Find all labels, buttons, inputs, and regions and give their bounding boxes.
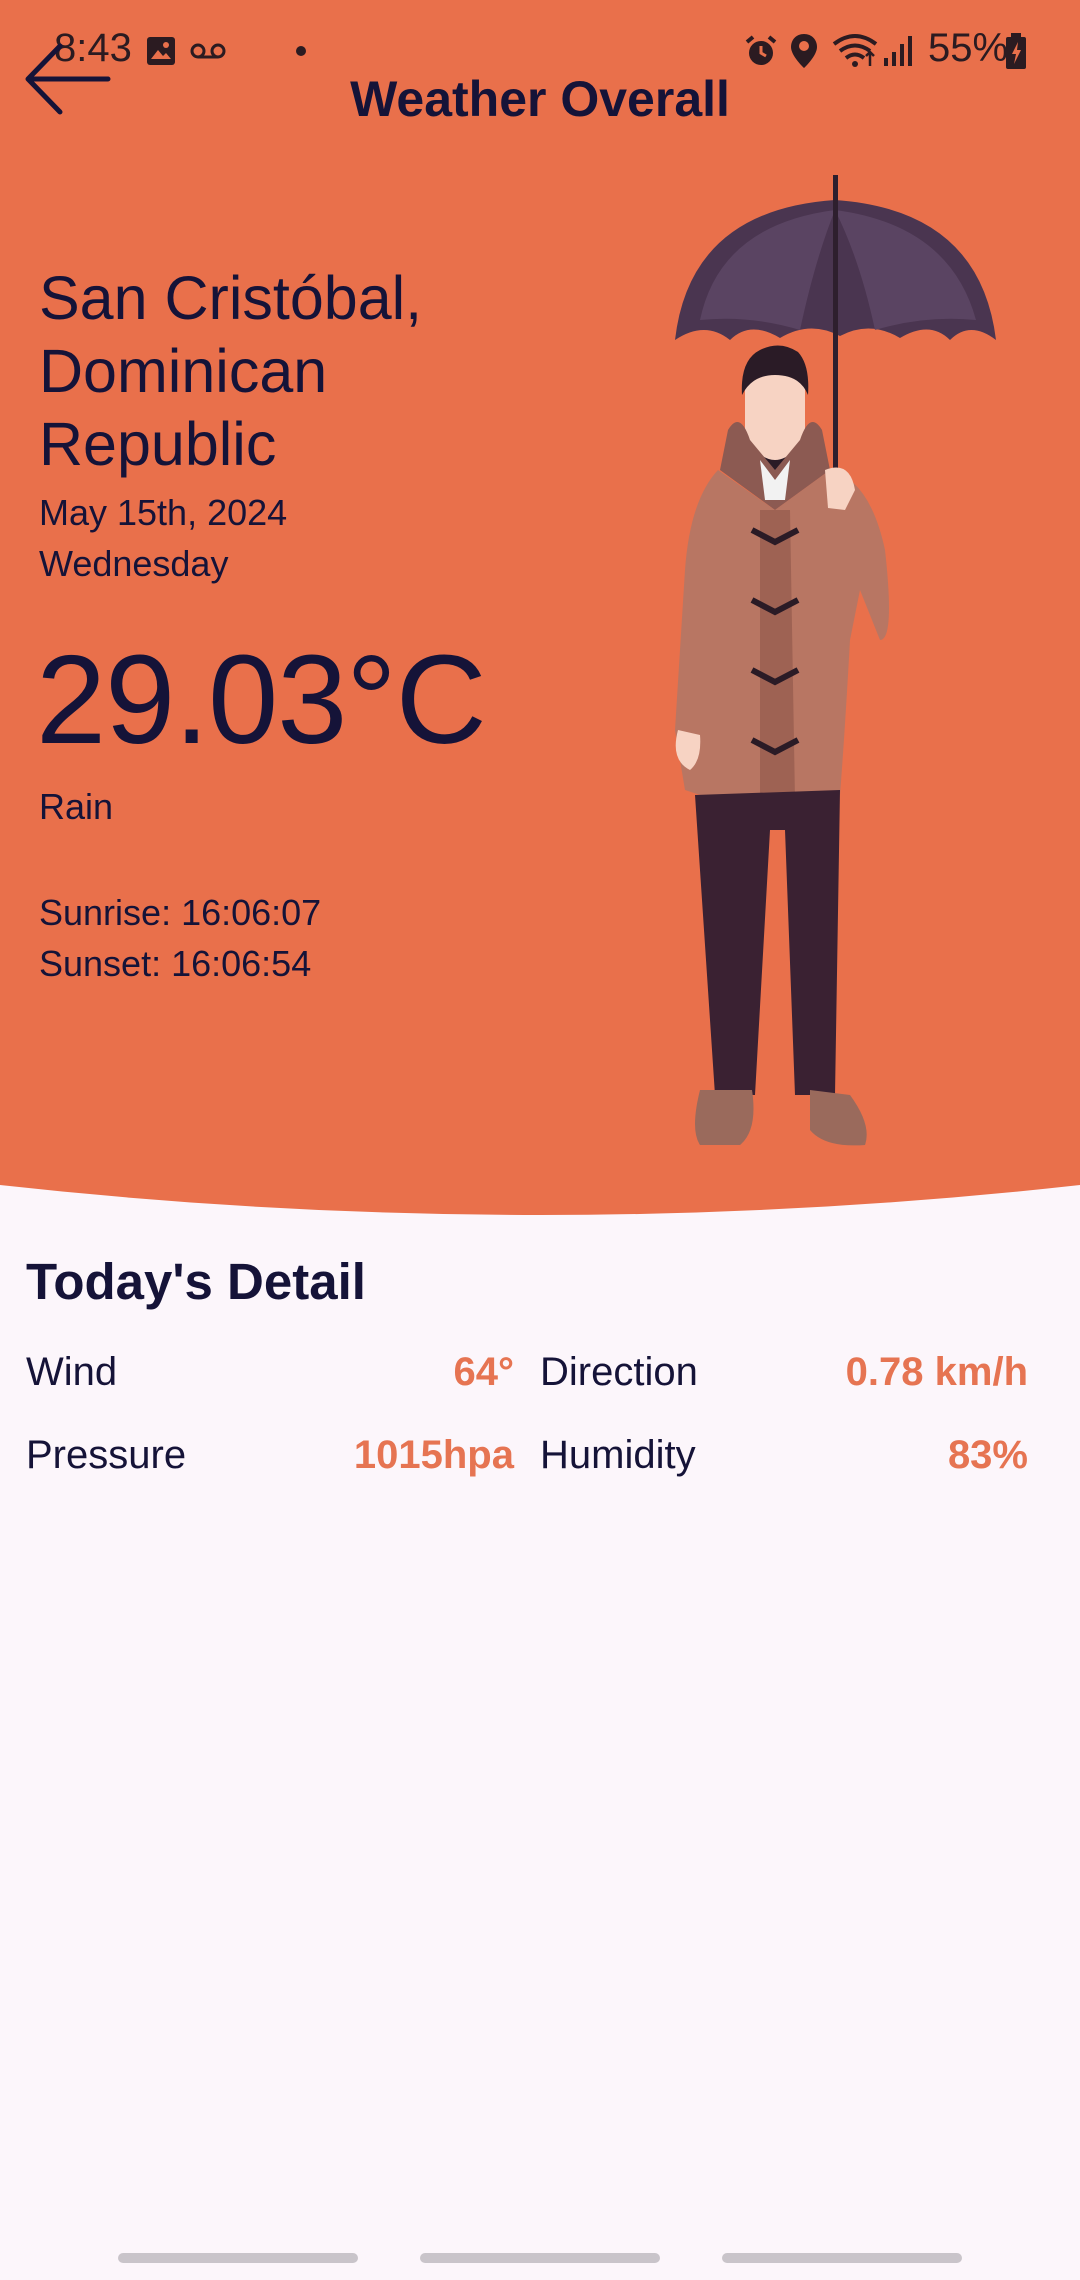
- location-name: San Cristóbal, Dominican Republic: [39, 262, 599, 481]
- battery-percent: 55%: [928, 26, 1009, 70]
- battery-icon: [1006, 33, 1026, 69]
- nav-bar-left[interactable]: [118, 2253, 358, 2263]
- weather-hero: 8:43 55% Weather Overall San Cristóbal, …: [0, 0, 1080, 1220]
- sunrise-text: Sunrise: 16:06:07: [39, 892, 322, 933]
- voicemail-icon: [190, 43, 226, 59]
- date-text: May 15th, 2024: [39, 492, 288, 533]
- weather-condition: Rain: [39, 786, 114, 827]
- details-title: Today's Detail: [26, 1253, 366, 1310]
- page-title: Weather Overall: [350, 71, 730, 127]
- pressure-value: 1015hpa: [353, 1433, 514, 1477]
- direction-value: 0.78 km/h: [845, 1350, 1028, 1394]
- wind-value: 64°: [453, 1350, 515, 1394]
- nav-bar-center[interactable]: [420, 2253, 660, 2263]
- man-with-umbrella-illustration: [675, 175, 996, 1146]
- wifi-icon: [832, 34, 878, 67]
- humidity-label: Humidity: [540, 1433, 696, 1477]
- dot-icon: [296, 46, 306, 56]
- wind-label: Wind: [26, 1350, 118, 1394]
- location-line-country-1: Dominican: [39, 337, 328, 405]
- location-line-country-2: Republic: [39, 410, 277, 478]
- humidity-value: 83%: [947, 1433, 1028, 1477]
- temperature-value: 29.03°C: [36, 629, 487, 770]
- direction-label: Direction: [540, 1350, 698, 1394]
- pressure-label: Pressure: [26, 1433, 187, 1477]
- location-line-city: San Cristóbal,: [39, 264, 423, 332]
- signal-icon: [884, 36, 912, 66]
- alarm-icon: [745, 35, 777, 65]
- sunset-text: Sunset: 16:06:54: [39, 943, 312, 984]
- weekday-text: Wednesday: [39, 543, 229, 584]
- location-icon: [791, 34, 817, 68]
- nav-bar-right[interactable]: [722, 2253, 962, 2263]
- image-icon: [147, 37, 175, 65]
